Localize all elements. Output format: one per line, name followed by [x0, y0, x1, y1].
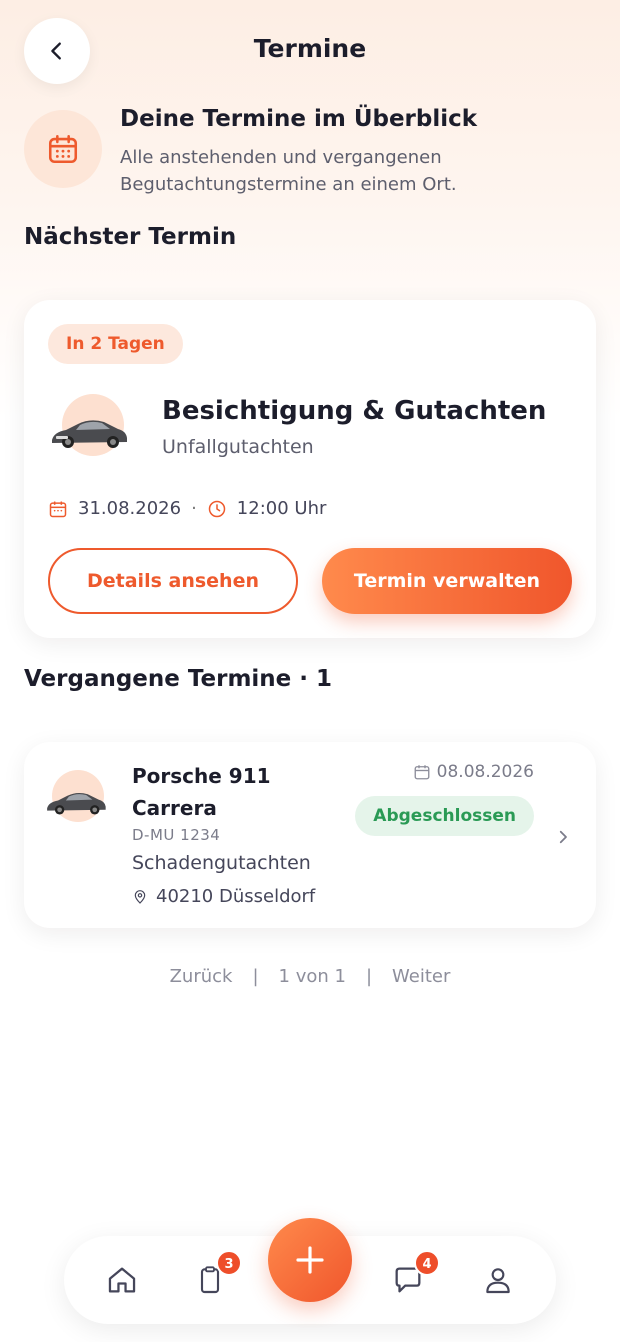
- tab-profile[interactable]: [480, 1262, 516, 1298]
- past-date-text: 08.08.2026: [436, 762, 534, 782]
- calendar-icon: [24, 110, 102, 188]
- details-button[interactable]: Details ansehen: [48, 548, 298, 614]
- past-date: 08.08.2026: [413, 762, 534, 782]
- chevron-right-icon[interactable]: [554, 826, 572, 848]
- pagination-page: 1 von 1: [278, 966, 346, 987]
- license-plate: D-MU 1234: [132, 826, 221, 844]
- pagination-prev[interactable]: Zurück: [170, 966, 233, 987]
- tab-documents[interactable]: 3: [192, 1250, 242, 1298]
- car-image: [48, 386, 140, 474]
- location-text: 40210 Düsseldorf: [156, 886, 316, 907]
- intro-title: Deine Termine im Überblick: [120, 106, 478, 132]
- pagination-next[interactable]: Weiter: [392, 966, 450, 987]
- appointment-type: Schadengutachten: [132, 852, 311, 874]
- calendar-icon: [49, 501, 67, 517]
- add-button[interactable]: [268, 1218, 352, 1302]
- separator-dot: ·: [191, 498, 197, 519]
- next-appointment-heading: Nächster Termin: [24, 224, 237, 250]
- appointment-subtitle: Unfallgutachten: [162, 436, 314, 458]
- appointment-title: Besichtigung & Gutachten: [162, 396, 547, 426]
- past-appointments-heading: Vergangene Termine · 1: [24, 666, 333, 692]
- vehicle-name-line1: Porsche 911: [132, 764, 271, 788]
- car-image: [44, 766, 114, 832]
- manage-appointment-button[interactable]: Termin verwalten: [322, 548, 572, 614]
- notification-badge: 4: [414, 1250, 440, 1276]
- days-until-badge: In 2 Tagen: [48, 324, 183, 364]
- next-appointment-card: In 2 Tagen Besichtigung & Gutachten Unfa…: [24, 300, 596, 638]
- past-appointment-card[interactable]: Porsche 911 Carrera D-MU 1234 Schadengut…: [24, 742, 596, 928]
- plus-icon: [296, 1246, 324, 1274]
- home-icon: [108, 1267, 136, 1293]
- notification-badge: 3: [216, 1250, 242, 1276]
- appointment-date: 31.08.2026: [78, 498, 182, 519]
- status-badge: Abgeschlossen: [355, 796, 534, 836]
- tab-messages[interactable]: 4: [390, 1250, 440, 1298]
- location: 40210 Düsseldorf: [132, 886, 315, 907]
- pagination-separator: |: [365, 966, 373, 987]
- pagination: Zurück | 1 von 1 | Weiter: [0, 966, 620, 987]
- pagination-separator: |: [252, 966, 259, 987]
- vehicle-name-line2: Carrera: [132, 796, 217, 820]
- tab-home[interactable]: [104, 1262, 140, 1298]
- intro-description: Alle anstehenden und vergangenen Begutac…: [120, 147, 457, 195]
- vehicle-name: Porsche 911 Carrera: [132, 760, 271, 824]
- user-icon: [486, 1268, 510, 1294]
- appointment-time: 12:00 Uhr: [236, 498, 327, 519]
- page-title: Termine: [253, 34, 367, 63]
- appointment-datetime: 31.08.2026 · 12:00 Uhr: [48, 498, 326, 519]
- calendar-icon: [414, 765, 430, 780]
- clock-icon: [208, 500, 226, 517]
- location-pin-icon: [134, 889, 146, 904]
